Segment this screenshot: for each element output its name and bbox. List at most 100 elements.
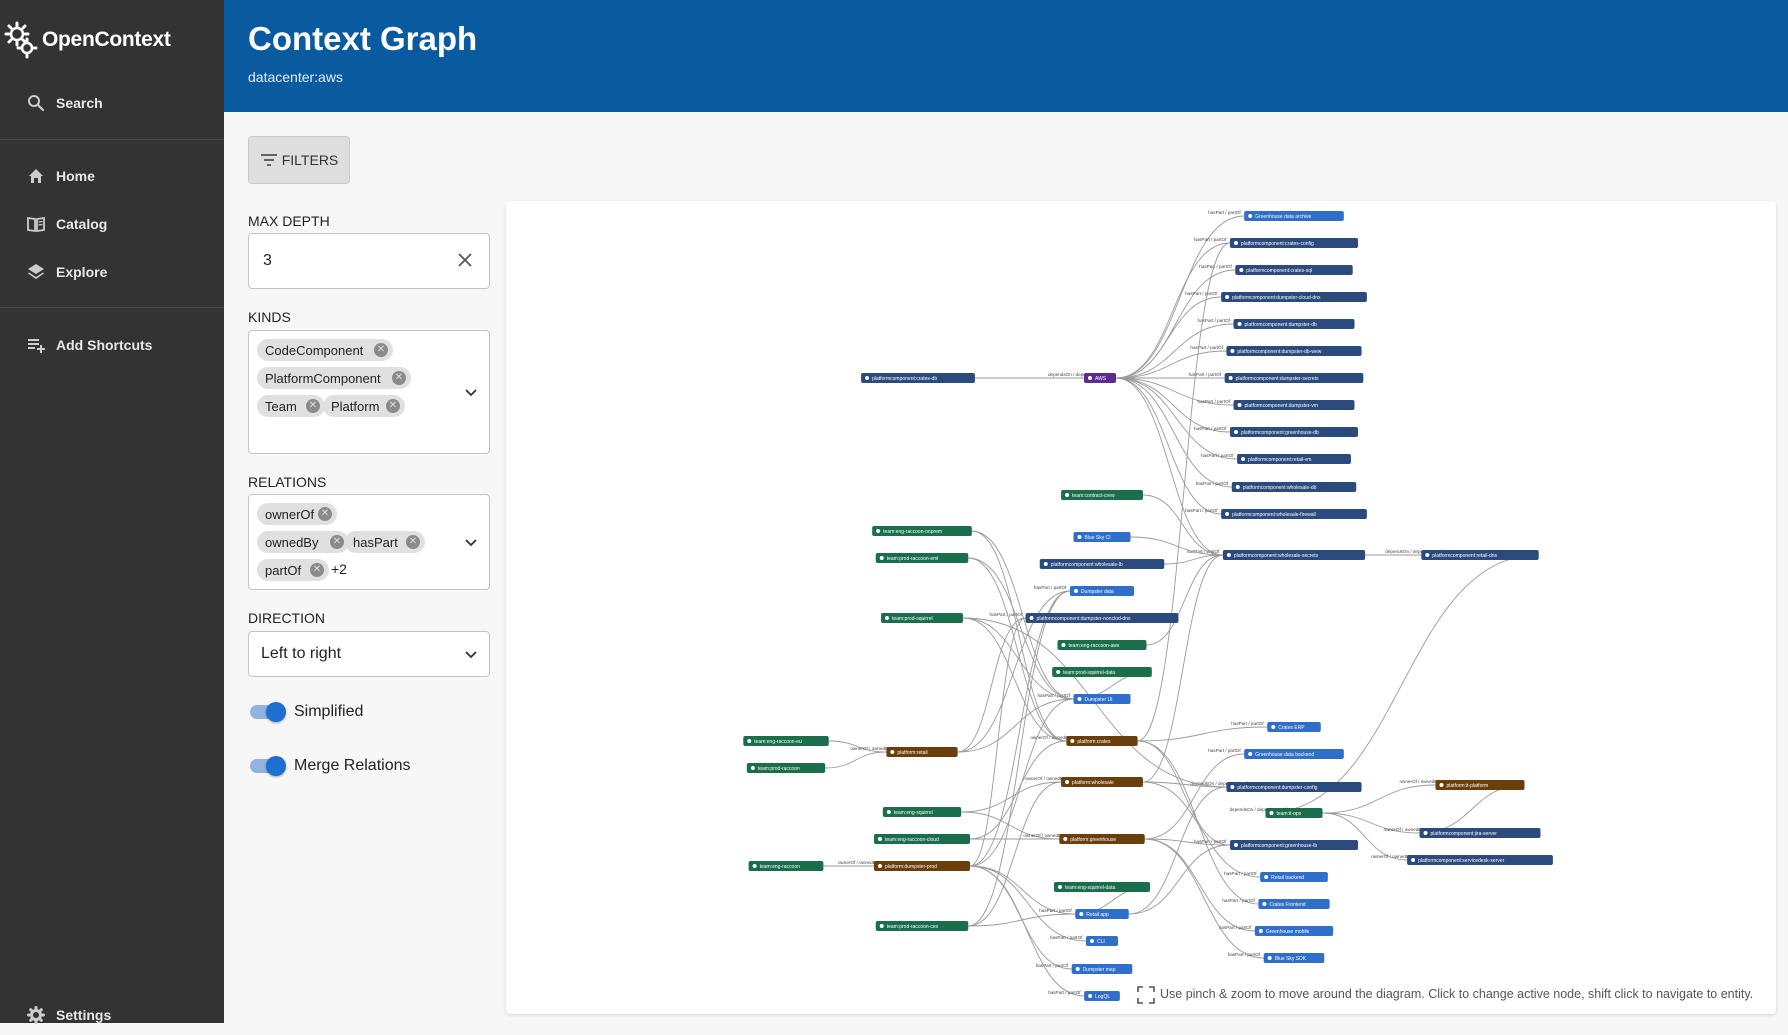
edge-label: ownerOf / ownedBy bbox=[1023, 833, 1064, 838]
graph-node-pc-dumpster-secrets[interactable]: platformcomponent:dumpster-secrets bbox=[1224, 373, 1364, 383]
catalog-icon bbox=[27, 216, 45, 233]
relations-select[interactable]: ownerOf ✕ ownedBy ✕ hasPart ✕ partOf ✕ +2 bbox=[248, 494, 490, 590]
graph-node-pc-jira-server[interactable]: platformcomponent:jira-server bbox=[1419, 828, 1541, 838]
sidebar-item-settings[interactable]: Settings bbox=[0, 995, 224, 1035]
graph-node-platform-greenhouse[interactable]: platform:greenhouse bbox=[1059, 834, 1145, 844]
node-label: Crates Frontend bbox=[1269, 902, 1305, 908]
edge-label: hasPart / partOf bbox=[1194, 237, 1227, 242]
sidebar-item-add-shortcuts[interactable]: Add Shortcuts bbox=[0, 325, 224, 365]
graph-node-crates-erp[interactable]: Crates ERP bbox=[1267, 722, 1321, 732]
graph-node-platform-retail[interactable]: platform:retail bbox=[886, 747, 958, 757]
graph-node-platform-crates[interactable]: platform:crates bbox=[1066, 736, 1138, 746]
platformcomponent-icon bbox=[1241, 457, 1246, 461]
graph-node-gh-data-backend[interactable]: Greenhouse data backend bbox=[1244, 749, 1344, 759]
graph-node-pc-dumpster-cloud-dns[interactable]: platformcomponent:dumpster-cloud-dns bbox=[1221, 292, 1367, 302]
graph-node-pc-dumpster-db-wew[interactable]: platformcomponent:dumpster-db-wew bbox=[1226, 346, 1362, 356]
graph-node-team-eng-raccoon-cloud[interactable]: team:eng-raccoon-cloud bbox=[873, 834, 971, 844]
graph-node-dumpster-ui[interactable]: Dumpster UI bbox=[1073, 694, 1131, 704]
graph-node-pc-wholesale-lb[interactable]: platformcomponent:wholesale-lb bbox=[1039, 559, 1165, 569]
kinds-select[interactable]: CodeComponent ✕ PlatformComponent ✕ Team ✕ … bbox=[248, 330, 490, 454]
graph-node-platform-wholesale[interactable]: platform:wholesale bbox=[1061, 777, 1143, 787]
graph-node-team-eng-squirrel-data[interactable]: team:eng-squirrel-data bbox=[1053, 882, 1151, 892]
chip-remove-icon[interactable]: ✕ bbox=[406, 535, 420, 549]
chip-haspart: hasPart ✕ bbox=[345, 531, 425, 553]
sidebar-item-home[interactable]: Home bbox=[0, 156, 224, 196]
graph-node-dumpster-map[interactable]: Dumpster map bbox=[1071, 964, 1133, 974]
graph-node-pc-greenhouse-db[interactable]: platformcomponent:greenhouse-db bbox=[1229, 427, 1359, 437]
graph-node-pc-greenhouse-lb[interactable]: platformcomponent:greenhouse-lb bbox=[1229, 840, 1359, 850]
graph-node-team-prod-raccoon-cex[interactable]: team:prod-raccoon-cex bbox=[875, 921, 969, 931]
simplified-label: Simplified bbox=[294, 703, 364, 720]
graph-node-pc-servicedesk-server[interactable]: platformcomponent:servicedesk-server bbox=[1407, 855, 1553, 865]
chip-remove-icon[interactable]: ✕ bbox=[310, 563, 324, 577]
chip-remove-icon[interactable]: ✕ bbox=[386, 399, 400, 413]
merge-relations-toggle[interactable] bbox=[248, 756, 286, 776]
graph-node-team-prod-raccoon[interactable]: team:prod-raccoon bbox=[746, 763, 826, 773]
graph-node-pc-crates-db[interactable]: platformcomponent:crates-db bbox=[861, 373, 975, 383]
graph-node-blue-sky-ci[interactable]: Blue Sky CI bbox=[1073, 532, 1131, 542]
graph-node-team-prod-raccoon-eml[interactable]: team:prod-raccoon-eml bbox=[875, 553, 969, 563]
graph-node-team-contract-crew[interactable]: team:contract-crew bbox=[1061, 490, 1143, 500]
clear-icon[interactable] bbox=[457, 252, 473, 268]
graph-node-cli[interactable]: CLI bbox=[1086, 936, 1118, 946]
max-depth-input[interactable]: 3 bbox=[248, 233, 490, 289]
graph-node-team-it-ops[interactable]: team:it-ops bbox=[1265, 808, 1323, 818]
graph-node-team-prod-squirrel[interactable]: team:prod-squirrel bbox=[881, 613, 963, 623]
chip-remove-icon[interactable]: ✕ bbox=[306, 399, 320, 413]
graph-node-team-eng-raccoon[interactable]: team:eng-raccoon bbox=[748, 861, 824, 871]
graph-node-pc-dumpster-nonclod-dns[interactable]: platformcomponent:dumpster-nonclod-dns bbox=[1025, 613, 1179, 623]
graph-edge bbox=[1265, 554, 1539, 814]
graph-node-pc-crates-config[interactable]: platformcomponent:crates-config bbox=[1229, 238, 1359, 248]
graph-node-greenhouse-mobile[interactable]: Greenhouse mobile bbox=[1254, 926, 1334, 936]
chip-remove-icon[interactable]: ✕ bbox=[392, 371, 406, 385]
graph-node-team-eng-raccoon-eu[interactable]: team:eng-raccoon-eu bbox=[743, 736, 829, 746]
graph-node-pc-dumpster-vm[interactable]: platformcomponent:dumpster-vm bbox=[1233, 400, 1355, 410]
graph-node-pc-retail-dns[interactable]: platformcomponent:retail-dns bbox=[1421, 550, 1539, 560]
graph-node-pc-retail-vm[interactable]: platformcomponent:retail-vm bbox=[1237, 454, 1351, 464]
page-header: Context Graph datacenter:aws bbox=[224, 0, 1788, 112]
fullscreen-icon[interactable] bbox=[1136, 985, 1156, 1005]
simplified-toggle[interactable] bbox=[248, 702, 286, 722]
graph-node-logql[interactable]: LogQL bbox=[1084, 991, 1120, 1001]
chevron-down-icon[interactable] bbox=[465, 539, 477, 547]
graph-node-retail-backend[interactable]: Retail backend bbox=[1260, 872, 1328, 882]
graph-node-team-eng-squirrel[interactable]: team:eng-squirrel bbox=[882, 807, 962, 817]
graph-node-gh-data-archive[interactable]: Greenhouse data archive bbox=[1244, 211, 1344, 221]
graph-node-blue-sky-sdk[interactable]: Blue Sky SDK bbox=[1263, 953, 1325, 963]
node-label: platformcomponent:crates-sql bbox=[1246, 268, 1312, 274]
node-label: Crates ERP bbox=[1278, 725, 1305, 731]
graph-node-pc-wholesale-db[interactable]: platformcomponent:wholesale-db bbox=[1231, 482, 1357, 492]
sidebar-item-search[interactable]: Search bbox=[0, 83, 224, 123]
graph-node-crates-frontend[interactable]: Crates Frontend bbox=[1258, 899, 1330, 909]
sidebar-item-explore[interactable]: Explore bbox=[0, 252, 224, 292]
team-icon bbox=[879, 924, 884, 928]
graph-node-pc-dumpster-config[interactable]: platformcomponent:dumpster-config bbox=[1226, 782, 1362, 792]
graph-node-team-eng-raccoon-aws[interactable]: team:eng-raccoon-aws bbox=[1057, 640, 1147, 650]
graph-node-aws[interactable]: AWS bbox=[1084, 373, 1116, 383]
graph-node-team-prod-squirrel-data[interactable]: team:prod-squirrel-data bbox=[1052, 667, 1152, 677]
graph-node-pc-wholesale-secrets[interactable]: platformcomponent:wholesale-secrets bbox=[1222, 550, 1366, 560]
filters-button[interactable]: FILTERS bbox=[248, 136, 350, 184]
graph-node-pc-wholesale-firewall[interactable]: platformcomponent:wholesale-firewall bbox=[1221, 509, 1367, 519]
graph-svg[interactable]: hasPart / partOf hasPart / partOf hasPart … bbox=[506, 201, 1776, 1014]
direction-select[interactable]: Left to right bbox=[248, 631, 490, 677]
graph-node-platform-dumpster-prod[interactable]: platform:dumpster-prod bbox=[873, 861, 971, 871]
graph-node-team-eng-raccoon-onprem[interactable]: team:eng-raccoon-onprem bbox=[872, 526, 972, 536]
sidebar-item-catalog[interactable]: Catalog bbox=[0, 204, 224, 244]
graph-node-pc-dumpster-db[interactable]: platformcomponent:dumpster-db bbox=[1233, 319, 1355, 329]
platformcomponent-icon bbox=[1029, 616, 1034, 620]
context-graph-canvas[interactable]: hasPart / partOf hasPart / partOf hasPart … bbox=[506, 201, 1776, 1014]
graph-node-pc-crates-sql[interactable]: platformcomponent:crates-sql bbox=[1235, 265, 1353, 275]
code-icon bbox=[1088, 994, 1093, 998]
app-logo[interactable]: OpenContext bbox=[4, 20, 171, 60]
platformcomponent-icon bbox=[1225, 295, 1230, 299]
graph-node-platform-it-platform[interactable]: platform:it-platform bbox=[1435, 780, 1525, 790]
chip-remove-icon[interactable]: ✕ bbox=[330, 535, 344, 549]
chip-remove-icon[interactable]: ✕ bbox=[374, 343, 388, 357]
graph-edge bbox=[968, 557, 1074, 700]
graph-node-dumpster-data[interactable]: Dumpster data bbox=[1069, 586, 1135, 596]
graph-node-retail-app[interactable]: Retail app bbox=[1075, 909, 1129, 919]
platformcomponent-icon bbox=[1043, 562, 1048, 566]
chevron-down-icon[interactable] bbox=[465, 389, 477, 397]
chip-remove-icon[interactable]: ✕ bbox=[318, 507, 332, 521]
